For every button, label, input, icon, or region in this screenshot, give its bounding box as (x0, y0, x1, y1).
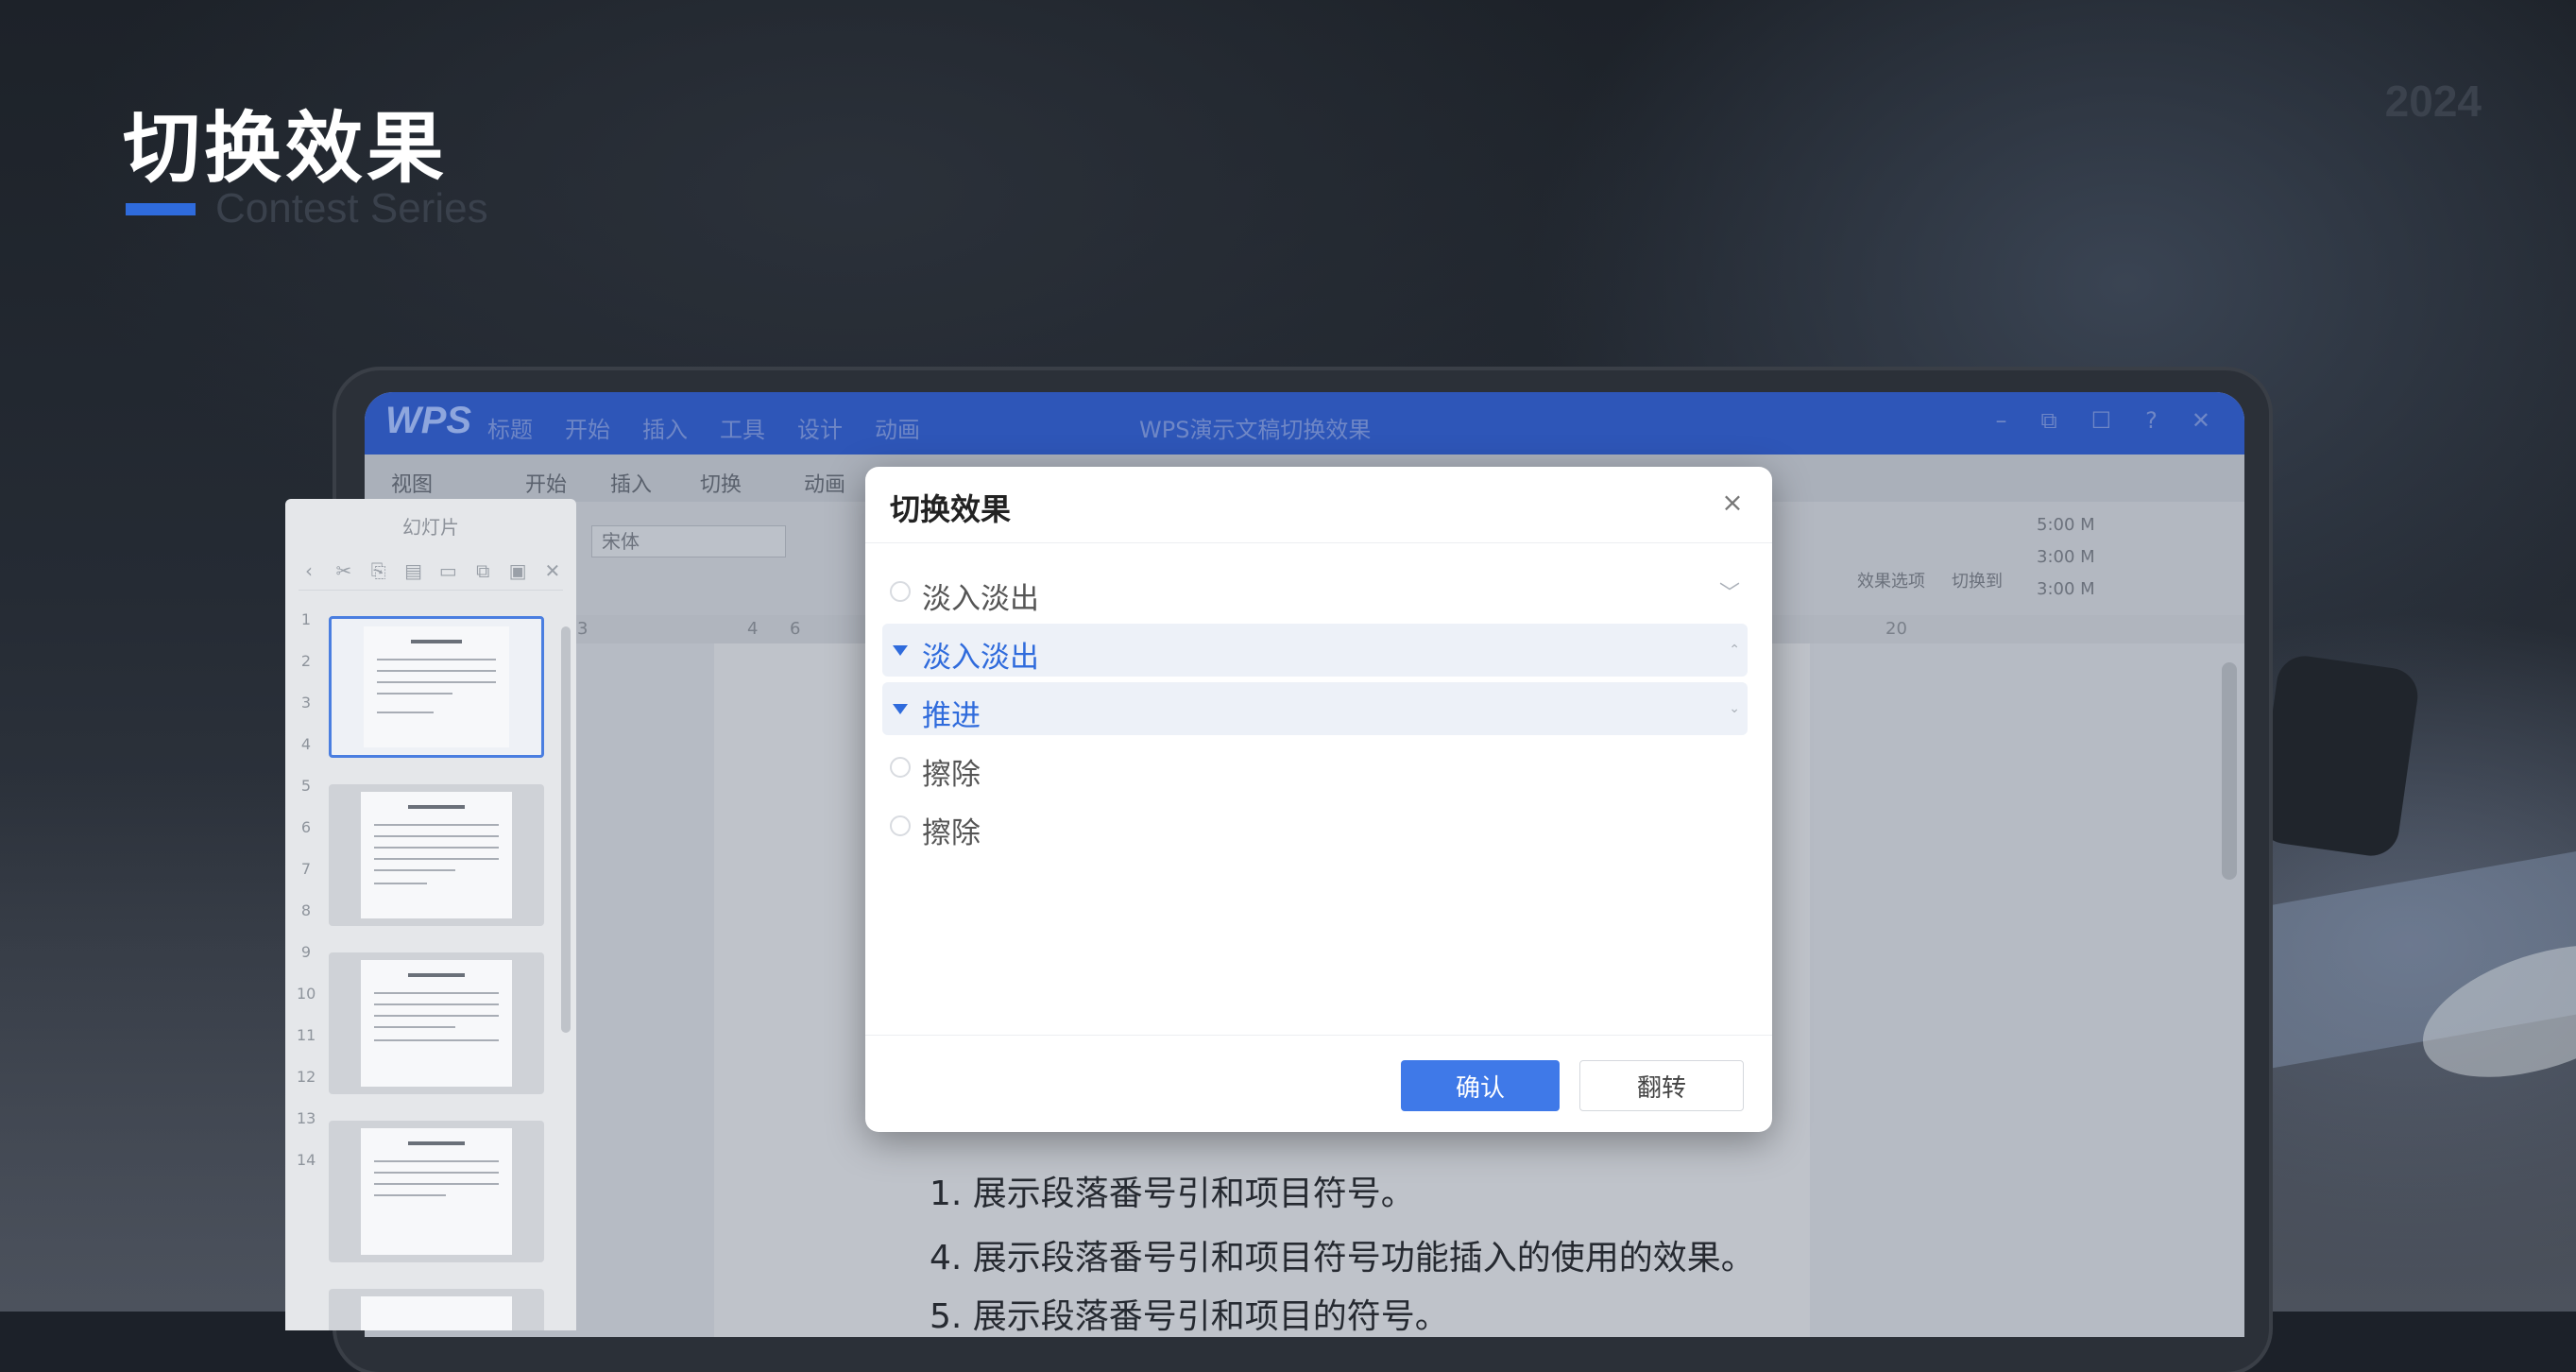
menu-item[interactable]: 开始 (565, 411, 610, 444)
row-number: 6 (300, 818, 312, 836)
ruler-number: 20 (1885, 619, 1907, 639)
new-slide-icon[interactable]: ▭ (437, 560, 458, 581)
minimize-icon[interactable]: – (1995, 407, 2006, 434)
close-pane-icon[interactable]: ✕ (542, 560, 563, 581)
app-menu: 标题 开始 插入 工具 设计 动画 (487, 411, 920, 444)
maximize-icon[interactable]: ☐ (2091, 407, 2112, 434)
ribbon-tab[interactable]: 动画 (804, 468, 845, 498)
wristwatch-decoration (2254, 652, 2422, 860)
restore-icon[interactable]: ⧉ (2040, 407, 2056, 434)
slide-thumbnail[interactable] (329, 1121, 544, 1262)
transition-effect-dialog: 切换效果 × 淡入淡出 ﹀ 淡入淡出 ⌃ 推进 ⌄ 擦除 擦除 确认 翻转 (865, 467, 1772, 1132)
row-number: 12 (297, 1068, 316, 1086)
font-select[interactable]: 宋体 (591, 525, 786, 557)
row-number: 14 (297, 1151, 316, 1169)
dialog-header: 切换效果 × (865, 467, 1772, 543)
row-number: 3 (300, 694, 312, 712)
radio-button-checked[interactable] (890, 698, 911, 719)
duplicate-icon[interactable]: ⧉ (472, 560, 493, 581)
radio-button[interactable] (890, 581, 911, 602)
document-text-line: 5. 展示段落番号引和项目的符号。 (930, 1297, 1449, 1336)
effect-option-push[interactable]: 推进 ⌄ (882, 682, 1748, 735)
effect-option-wipe[interactable]: 擦除 (882, 741, 1748, 794)
row-number: 9 (300, 943, 312, 961)
effect-option-fade-selected[interactable]: 淡入淡出 ⌃ (882, 624, 1748, 677)
option-label: 淡入淡出 (922, 641, 1039, 675)
row-number: 10 (297, 985, 316, 1003)
radio-button-checked[interactable] (890, 640, 911, 660)
copy-icon[interactable]: ⎘ (368, 560, 389, 581)
page-subtitle: Contest Series (215, 185, 488, 232)
slide-thumbnail-active[interactable] (329, 616, 544, 758)
option-label: 淡入淡出 (922, 582, 1039, 616)
year-label: 2024 (2384, 77, 2482, 126)
slide-thumbnail-pane: 幻灯片 ‹ ✂ ⎘ ▤ ▭ ⧉ ▣ ✕ 1 2 3 4 5 6 7 8 9 10… (285, 499, 576, 1330)
document-text-line: 1. 展示段落番号引和项目符号。 (930, 1175, 1415, 1213)
pane-toolbar: ‹ ✂ ⎘ ▤ ▭ ⧉ ▣ ✕ (299, 552, 563, 591)
effect-option-wipe-2[interactable]: 擦除 (882, 799, 1748, 852)
effect-option-fade[interactable]: 淡入淡出 ﹀ (882, 565, 1748, 618)
menu-item[interactable]: 标题 (487, 411, 533, 444)
menu-item[interactable]: 设计 (797, 411, 843, 444)
app-titlebar: WPS 标题 开始 插入 工具 设计 动画 WPS演示文稿切换效果 – ⧉ ☐ … (365, 392, 2244, 454)
menu-item[interactable]: 工具 (720, 411, 765, 444)
ribbon-label: 5:00 M (2037, 515, 2095, 535)
row-number: 13 (297, 1109, 316, 1127)
help-icon[interactable]: ? (2145, 407, 2158, 434)
ruler-number: 4 (747, 619, 759, 639)
row-number: 8 (300, 901, 312, 919)
option-label: 推进 (922, 699, 981, 733)
ruler-number: 6 (790, 619, 801, 639)
document-title: WPS演示文稿切换效果 (1139, 417, 1372, 443)
window-controls: – ⧉ ☐ ? ✕ (1995, 407, 2210, 434)
chevron-down-icon[interactable]: ﹀ (1719, 576, 1740, 607)
menu-item[interactable]: 插入 (642, 411, 688, 444)
chevron-up-icon[interactable]: ⌃ (1729, 643, 1740, 658)
ribbon-tab[interactable]: 切换 (700, 468, 742, 498)
option-label: 擦除 (922, 758, 981, 792)
option-label: 擦除 (922, 816, 981, 850)
back-icon[interactable]: ‹ (299, 560, 319, 581)
ribbon-tab[interactable]: 插入 (610, 468, 652, 498)
cut-icon[interactable]: ✂ (333, 560, 354, 581)
ribbon-tab[interactable]: 视图 (391, 468, 433, 498)
row-number: 5 (300, 777, 312, 795)
slide-thumbnail[interactable] (329, 784, 544, 926)
row-number: 11 (297, 1026, 316, 1044)
menu-item[interactable]: 动画 (875, 411, 920, 444)
row-number: 1 (300, 610, 312, 628)
ribbon-label[interactable]: 切换到 (1952, 568, 2003, 592)
dialog-footer: 确认 翻转 (865, 1035, 1772, 1132)
slide-thumbnail[interactable] (329, 952, 544, 1094)
row-number: 2 (300, 652, 312, 670)
ribbon-tab[interactable]: 开始 (525, 468, 567, 498)
ruler-number: 3 (577, 619, 589, 639)
close-icon[interactable]: × (1717, 488, 1748, 518)
ribbon-label: 3:00 M (2037, 547, 2095, 567)
ribbon-label: 3:00 M (2037, 579, 2095, 599)
document-scrollbar[interactable] (2222, 662, 2237, 880)
slide-thumbnail[interactable] (329, 1289, 544, 1330)
row-number: 4 (300, 735, 312, 753)
wps-logo: WPS (385, 400, 472, 441)
row-number: 7 (300, 860, 312, 878)
flip-button[interactable]: 翻转 (1579, 1060, 1744, 1111)
radio-button[interactable] (890, 815, 911, 836)
paste-icon[interactable]: ▤ (403, 560, 424, 581)
pane-scrollbar[interactable] (561, 626, 571, 1033)
chevron-down-icon[interactable]: ⌄ (1729, 701, 1740, 716)
dialog-title: 切换效果 (890, 491, 1012, 527)
close-icon[interactable]: ✕ (2192, 407, 2210, 434)
title-accent-bar (126, 203, 196, 215)
image-icon[interactable]: ▣ (507, 560, 528, 581)
pane-title: 幻灯片 (402, 516, 459, 539)
radio-button[interactable] (890, 757, 911, 778)
confirm-button[interactable]: 确认 (1401, 1060, 1560, 1111)
document-text-line: 4. 展示段落番号引和项目符号功能插入的使用的效果。 (930, 1239, 1755, 1278)
page-title: 切换效果 (123, 104, 449, 194)
ribbon-label[interactable]: 效果选项 (1857, 568, 1925, 592)
